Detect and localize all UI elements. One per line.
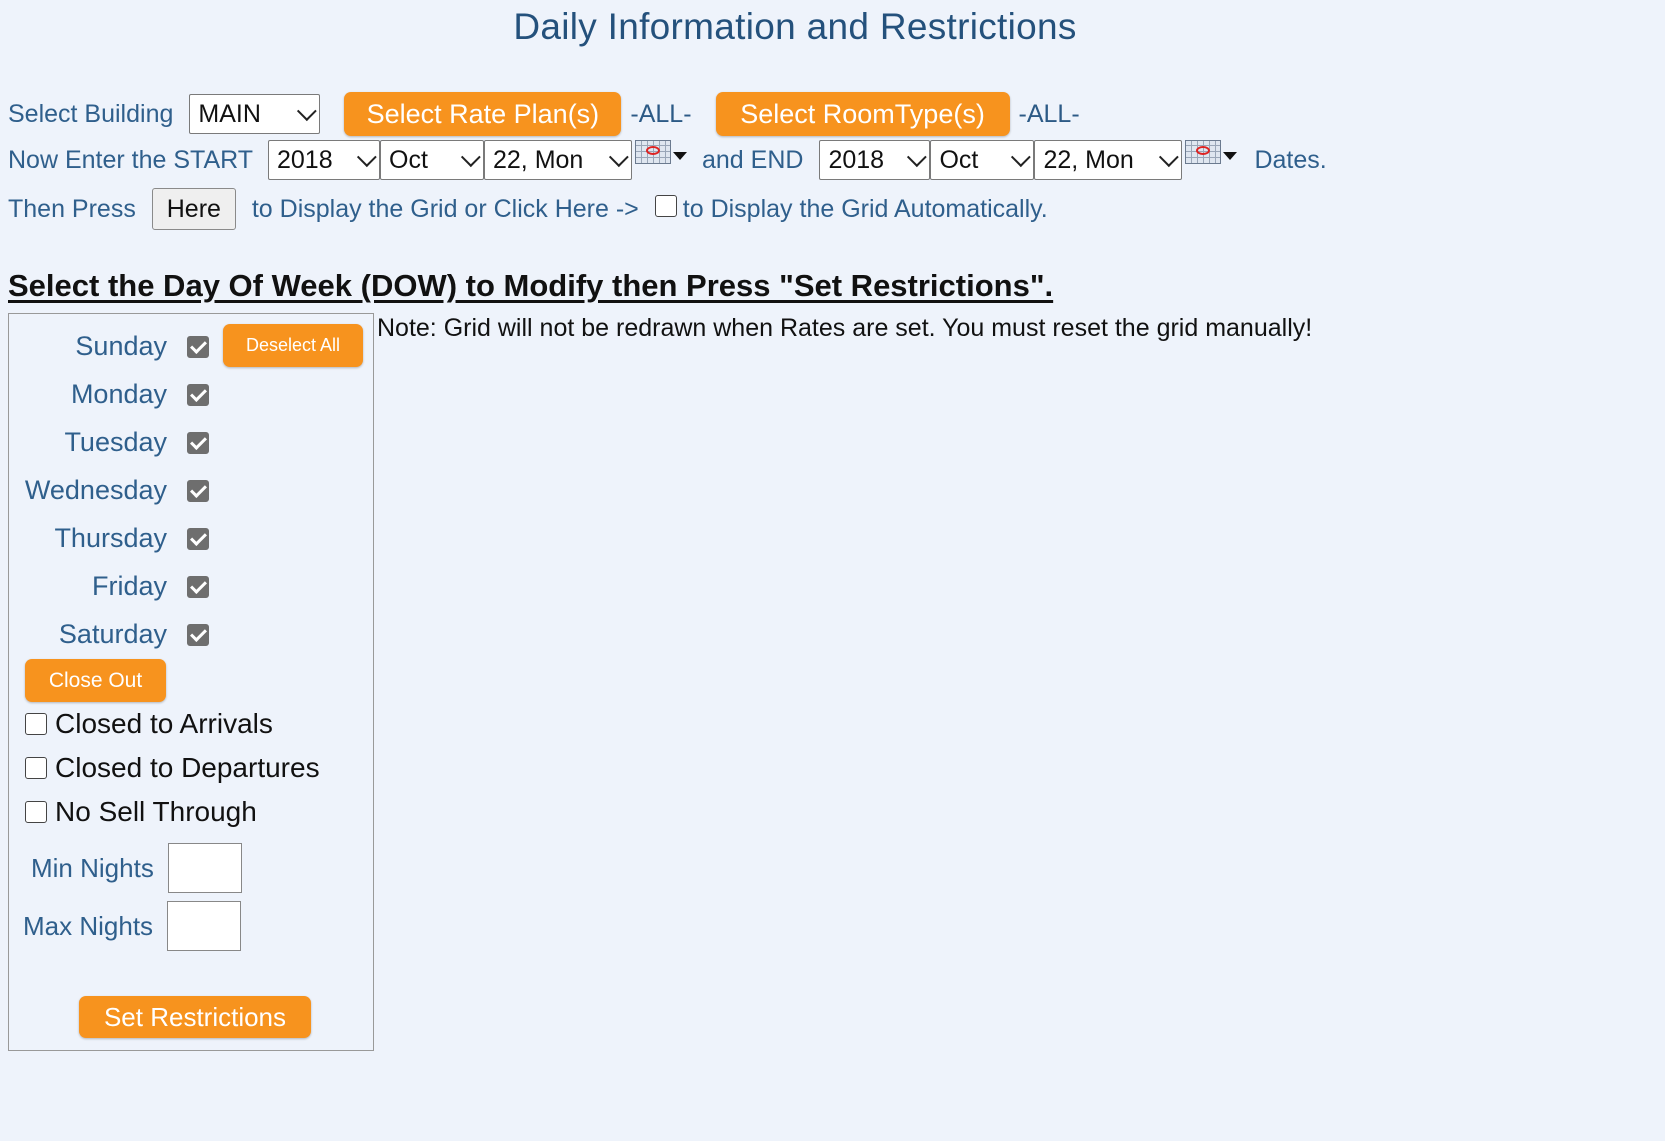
max-nights-label: Max Nights bbox=[23, 910, 154, 941]
building-select[interactable]: MAIN bbox=[189, 94, 321, 134]
end-day-value: 22, Mon bbox=[1043, 145, 1134, 174]
chevron-down-icon bbox=[907, 147, 928, 168]
auto-display-label: to Display the Grid Automatically. bbox=[682, 194, 1048, 223]
start-month-select[interactable]: Oct bbox=[380, 140, 484, 180]
dow-row-saturday: Saturday bbox=[9, 619, 209, 650]
chevron-down-icon bbox=[1159, 147, 1180, 168]
end-calendar-icon[interactable] bbox=[1185, 140, 1222, 166]
end-day-select[interactable]: 22, Mon bbox=[1034, 140, 1183, 180]
dates-label: Dates. bbox=[1254, 145, 1327, 174]
dow-checkbox-tuesday[interactable] bbox=[187, 431, 209, 454]
option-label: No Sell Through bbox=[55, 796, 257, 827]
dow-row-monday: Monday bbox=[9, 379, 209, 410]
restrictions-panel: Deselect All Sunday Monday Tuesday Wedne… bbox=[8, 313, 374, 1051]
dow-checkbox-wednesday[interactable] bbox=[187, 479, 209, 502]
end-date-label: and END bbox=[702, 145, 804, 174]
min-nights-input[interactable] bbox=[167, 843, 242, 893]
dow-row-tuesday: Tuesday bbox=[9, 427, 209, 458]
option-closed-to-arrivals: Closed to Arrivals bbox=[25, 708, 273, 740]
option-label: Closed to Arrivals bbox=[55, 708, 273, 739]
set-restrictions-button[interactable]: Set Restrictions bbox=[79, 996, 311, 1038]
max-nights-row: Max Nights bbox=[23, 901, 242, 951]
rate-plan-value: -ALL- bbox=[630, 99, 692, 128]
option-label: Closed to Departures bbox=[55, 752, 320, 783]
dow-label: Monday bbox=[70, 379, 167, 409]
chevron-down-icon bbox=[297, 101, 318, 122]
building-label: Select Building bbox=[8, 99, 174, 128]
here-button[interactable]: Here bbox=[151, 188, 236, 230]
dow-row-sunday: Sunday bbox=[9, 331, 209, 362]
start-date-label: Now Enter the START bbox=[8, 145, 253, 174]
dow-row-wednesday: Wednesday bbox=[9, 475, 209, 506]
max-nights-input[interactable] bbox=[167, 901, 242, 951]
display-row: Then Press Here to Display the Grid or C… bbox=[8, 188, 1048, 230]
grid-note: Note: Grid will not be redrawn when Rate… bbox=[377, 314, 1313, 342]
page-title: Daily Information and Restrictions bbox=[513, 6, 1077, 47]
min-nights-row: Min Nights bbox=[31, 843, 242, 893]
start-calendar-icon[interactable] bbox=[635, 140, 671, 166]
end-year-value: 2018 bbox=[828, 145, 885, 174]
then-press-label: Then Press bbox=[8, 194, 136, 223]
caret-down-icon[interactable] bbox=[1223, 152, 1238, 160]
closed-to-arrivals-checkbox[interactable] bbox=[25, 713, 47, 735]
building-select-value: MAIN bbox=[198, 99, 261, 128]
option-closed-to-departures: Closed to Departures bbox=[25, 752, 320, 784]
end-month-value: Oct bbox=[939, 145, 979, 174]
filter-row: Select Building MAIN Select Rate Plan(s)… bbox=[8, 92, 1080, 136]
dow-checkbox-sunday[interactable] bbox=[187, 335, 209, 358]
room-type-value: -ALL- bbox=[1018, 99, 1080, 128]
closed-to-departures-checkbox[interactable] bbox=[25, 757, 47, 779]
dow-label: Tuesday bbox=[64, 427, 167, 457]
end-month-select[interactable]: Oct bbox=[930, 140, 1035, 180]
dow-checkbox-saturday[interactable] bbox=[187, 623, 209, 646]
deselect-all-button[interactable]: Deselect All bbox=[223, 324, 363, 367]
dow-label: Wednesday bbox=[24, 475, 167, 505]
close-out-button[interactable]: Close Out bbox=[25, 659, 166, 702]
display-grid-text: to Display the Grid or Click Here -> bbox=[251, 194, 639, 223]
select-room-type-button[interactable]: Select RoomType(s) bbox=[715, 92, 1010, 136]
date-row: Now Enter the START 2018 Oct 22, Mon and… bbox=[8, 140, 1327, 180]
option-no-sell-through: No Sell Through bbox=[25, 796, 257, 828]
auto-display-checkbox[interactable] bbox=[654, 195, 677, 217]
start-day-value: 22, Mon bbox=[493, 145, 584, 174]
dow-label: Thursday bbox=[54, 523, 167, 553]
dow-label: Sunday bbox=[75, 331, 167, 361]
chevron-down-icon bbox=[1011, 147, 1032, 168]
caret-down-icon[interactable] bbox=[673, 152, 687, 160]
dow-checkbox-friday[interactable] bbox=[187, 575, 209, 598]
select-rate-plan-button[interactable]: Select Rate Plan(s) bbox=[344, 92, 622, 136]
start-year-value: 2018 bbox=[277, 145, 333, 174]
start-month-value: Oct bbox=[389, 145, 428, 174]
dow-row-friday: Friday bbox=[9, 571, 209, 602]
no-sell-through-checkbox[interactable] bbox=[25, 801, 47, 823]
start-day-select[interactable]: 22, Mon bbox=[484, 140, 632, 180]
dow-label: Saturday bbox=[58, 619, 167, 649]
dow-row-thursday: Thursday bbox=[9, 523, 209, 554]
chevron-down-icon bbox=[608, 147, 629, 168]
restrictions-heading: Select the Day Of Week (DOW) to Modify t… bbox=[8, 268, 1054, 303]
dow-label: Friday bbox=[91, 571, 167, 601]
dow-checkbox-thursday[interactable] bbox=[187, 527, 209, 550]
min-nights-label: Min Nights bbox=[31, 852, 154, 883]
start-year-select[interactable]: 2018 bbox=[268, 140, 380, 180]
dow-checkbox-monday[interactable] bbox=[187, 383, 209, 406]
end-year-select[interactable]: 2018 bbox=[819, 140, 931, 180]
chevron-down-icon bbox=[460, 147, 481, 168]
chevron-down-icon bbox=[356, 147, 377, 168]
